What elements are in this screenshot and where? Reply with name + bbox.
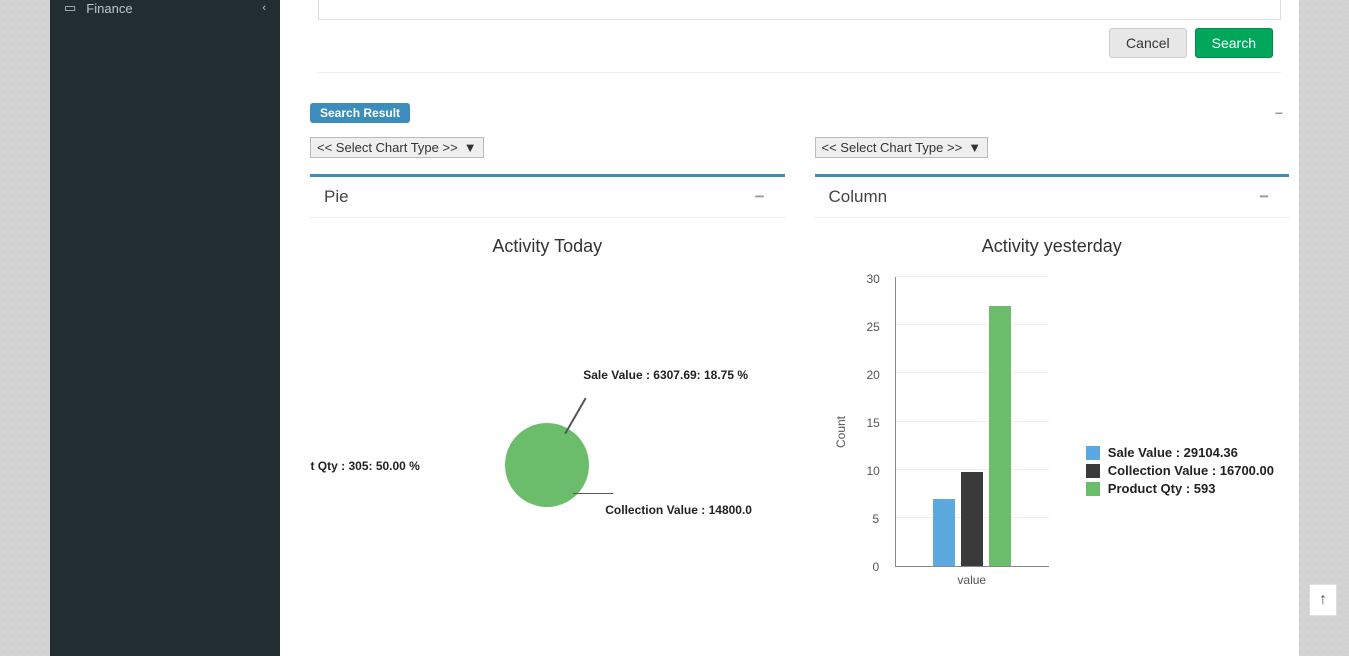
arrow-up-icon: ↑ [1319,591,1327,609]
caret-down-icon: ▼ [968,140,981,155]
panel-pie: Pie − Activity Today Sale Value : 6307.6… [310,174,785,647]
chart-title-pie: Activity Today [310,236,785,257]
search-result-badge: Search Result [310,103,410,123]
bar-chart-area: Count [815,267,1290,647]
chart-col-left: << Select Chart Type >> ▼ Pie − Activity… [310,137,785,647]
chart-title-column: Activity yesterday [815,236,1290,257]
swatch-icon [1086,446,1100,460]
y-tick: 30 [867,272,1274,286]
bar-product [989,306,1011,566]
sidebar-item-label: Finance [86,1,252,16]
caret-down-icon: ▼ [464,140,477,155]
y-tick: 20 [867,368,1274,382]
panel-header-column: Column − [815,177,1290,218]
bar-legend: Sale Value : 29104.36 Collection Value :… [1086,445,1274,499]
swatch-icon [1086,482,1100,496]
legend-item-collection: Collection Value : 16700.00 [1086,463,1274,478]
chart-col-right: << Select Chart Type >> ▼ Column − Activ… [815,137,1290,647]
sidebar-item-finance[interactable]: ▭ Finance ‹ [50,0,280,24]
search-button[interactable]: Search [1195,28,1273,58]
section-header: Search Result − [310,103,1289,123]
swatch-icon [1086,464,1100,478]
filter-panel [318,0,1281,20]
pie-label-collection: Collection Value : 14800.0 [605,503,752,517]
panel-column: Column − Activity yesterday Count [815,174,1290,647]
y-axis-label: Count [834,416,848,448]
legend-text: Collection Value : 16700.00 [1108,463,1274,478]
bar-sale [933,499,955,566]
panel-header-pie: Pie − [310,177,785,218]
collapse-section-icon[interactable]: − [1269,105,1289,121]
select-chart-type-left[interactable]: << Select Chart Type >> ▼ [310,137,484,158]
button-row: Cancel Search [318,20,1281,73]
y-tick: 0 [873,560,1274,574]
collapse-panel-icon[interactable]: − [749,187,771,207]
panel-title: Pie [324,187,349,207]
pie-chart-area: Sale Value : 6307.69: 18.75 % t Qty : 30… [310,267,785,647]
chevron-left-icon: ‹ [262,2,266,14]
pie-chart [505,423,589,507]
legend-item-sale: Sale Value : 29104.36 [1086,445,1274,460]
y-tick: 15 [867,416,1274,430]
panel-title: Column [829,187,888,207]
charts-row: << Select Chart Type >> ▼ Pie − Activity… [310,137,1289,647]
scroll-to-top-button[interactable]: ↑ [1309,584,1337,616]
pie-label-sale: Sale Value : 6307.69: 18.75 % [583,368,748,382]
wallet-icon: ▭ [64,0,76,16]
select-label: << Select Chart Type >> [822,140,963,155]
select-chart-type-right[interactable]: << Select Chart Type >> ▼ [815,137,989,158]
cancel-button[interactable]: Cancel [1109,28,1187,58]
sidebar: ▭ Finance ‹ [50,0,280,656]
pie-label-product: t Qty : 305: 50.00 % [310,459,419,473]
main-content: Cancel Search Search Result − << Select … [280,0,1299,656]
x-axis-label: value [895,573,1050,587]
legend-item-product: Product Qty : 593 [1086,481,1274,496]
legend-text: Sale Value : 29104.36 [1108,445,1238,460]
y-tick: 25 [867,320,1274,334]
y-tick: 5 [873,512,1274,526]
select-label: << Select Chart Type >> [317,140,458,155]
legend-text: Product Qty : 593 [1108,481,1216,496]
collapse-panel-icon[interactable]: − [1253,187,1275,207]
